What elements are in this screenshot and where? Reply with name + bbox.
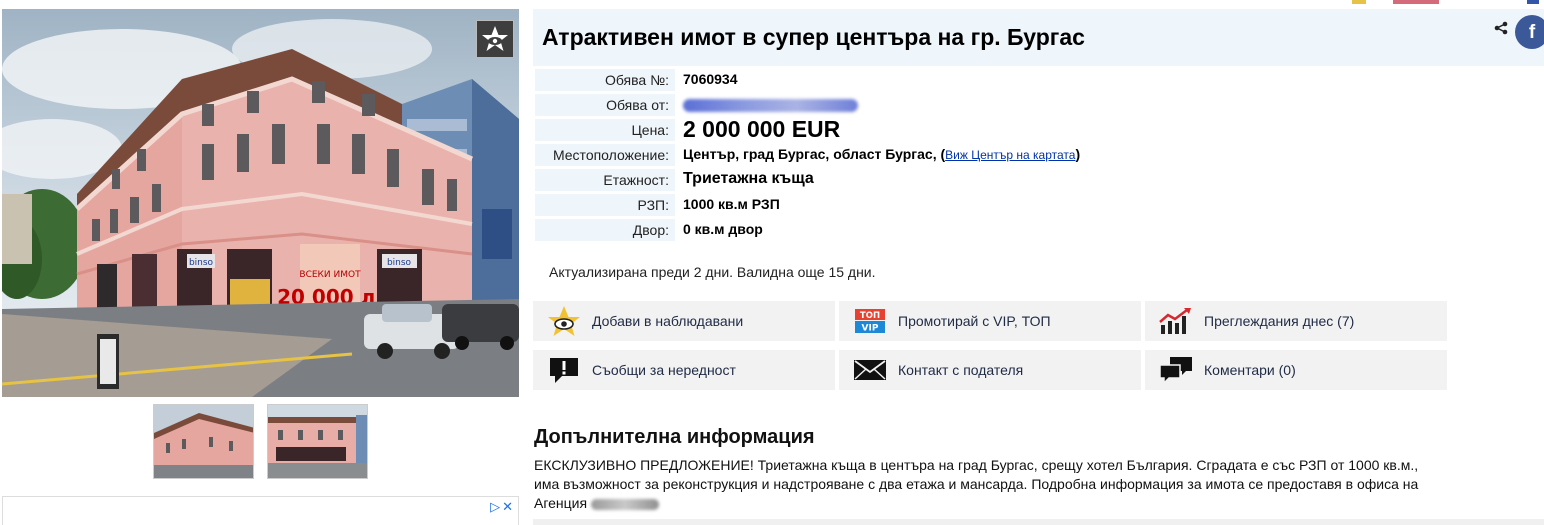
additional-info-text: ЕКСКЛУЗИВНО ПРЕДЛОЖЕНИЕ! Триетажна къща … bbox=[534, 456, 1544, 513]
description-line: ЕКСКЛУЗИВНО ПРЕДЛОЖЕНИЕ! Триетажна къща … bbox=[534, 457, 1419, 473]
agency-name-redacted bbox=[590, 498, 659, 510]
top-strip-logo bbox=[1393, 0, 1439, 4]
building-photo: ВСЕКИ ИМОТ 20 000 л. binso binso bbox=[2, 9, 519, 397]
action-label: Съобщи за нередност bbox=[592, 362, 736, 378]
vip-top-icon: ТОП VIP bbox=[851, 305, 889, 337]
svg-text:binso: binso bbox=[189, 258, 214, 268]
views-today-button[interactable]: Преглеждания днес (7) bbox=[1145, 301, 1447, 341]
title-bar: Атрактивен имот в супер центъра на гр. Б… bbox=[533, 9, 1544, 66]
section-divider bbox=[533, 519, 1544, 525]
action-label: Промотирай с VIP, ТОП bbox=[898, 313, 1051, 329]
main-photo[interactable]: ВСЕКИ ИМОТ 20 000 л. binso binso bbox=[2, 9, 519, 397]
location-value: Център, град Бургас, област Бургас, (Виж… bbox=[683, 146, 1081, 162]
listing-title: Атрактивен имот в супер центъра на гр. Б… bbox=[542, 24, 1085, 50]
action-label: Контакт с подателя bbox=[898, 362, 1024, 378]
detail-label: Местоположение: bbox=[535, 144, 675, 166]
trend-chart-icon bbox=[1157, 305, 1195, 337]
listing-number: 7060934 bbox=[683, 71, 738, 87]
language-flag-icon[interactable] bbox=[1527, 0, 1539, 4]
action-label: Добави в наблюдавани bbox=[592, 313, 744, 329]
view-on-map-link[interactable]: Виж Център на картата bbox=[945, 148, 1075, 162]
photo-thumbnails bbox=[153, 404, 368, 479]
comments-icon bbox=[1157, 354, 1195, 386]
svg-text:ВСЕКИ ИМОТ: ВСЕКИ ИМОТ bbox=[299, 270, 361, 280]
thumbnail-1[interactable] bbox=[153, 404, 254, 479]
floors-value: Триетажна къща bbox=[683, 170, 814, 187]
svg-text:binso: binso bbox=[387, 258, 412, 268]
star-eye-icon bbox=[482, 26, 508, 51]
svg-text:VIP: VIP bbox=[862, 324, 879, 334]
action-label: Преглеждания днес (7) bbox=[1204, 313, 1355, 329]
built-area-value: 1000 кв.м РЗП bbox=[683, 196, 780, 212]
detail-label: РЗП: bbox=[535, 194, 675, 216]
add-to-watchlist-button[interactable]: Добави в наблюдавани bbox=[533, 301, 835, 341]
location-text: Център, град Бургас, област Бургас, bbox=[683, 146, 937, 162]
detail-label: Цена: bbox=[535, 119, 675, 141]
contact-seller-button[interactable]: Контакт с подателя bbox=[839, 350, 1141, 390]
add-to-watchlist-badge[interactable] bbox=[476, 20, 514, 58]
action-grid: Добави в наблюдавани ТОП VIP Промотирай … bbox=[533, 301, 1447, 390]
description-line: има възможност за реконструкция и надстр… bbox=[534, 476, 1419, 492]
description-line-agency: Агенция bbox=[534, 494, 1544, 513]
svg-text:ТОП: ТОП bbox=[860, 311, 880, 321]
envelope-icon bbox=[851, 354, 889, 386]
publisher-name-redacted[interactable] bbox=[683, 96, 858, 112]
star-eye-icon bbox=[545, 305, 583, 337]
price-value: 2 000 000 EUR bbox=[683, 116, 841, 142]
facebook-icon[interactable]: f bbox=[1515, 15, 1544, 49]
promote-vip-button[interactable]: ТОП VIP Промотирай с VIP, ТОП bbox=[839, 301, 1141, 341]
detail-label: Етажност: bbox=[535, 169, 675, 191]
report-issue-button[interactable]: Съобщи за нередност bbox=[533, 350, 835, 390]
top-strip-icon bbox=[1352, 0, 1366, 4]
detail-label: Обява №: bbox=[535, 69, 675, 91]
thumbnail-2[interactable] bbox=[267, 404, 368, 479]
agency-label: Агенция bbox=[534, 495, 588, 511]
updated-notice: Актуализирана преди 2 дни. Валидна още 1… bbox=[549, 264, 876, 280]
action-label: Коментари (0) bbox=[1204, 362, 1296, 378]
detail-label: Двор: bbox=[535, 219, 675, 241]
share-icon[interactable] bbox=[1494, 21, 1508, 40]
additional-info-heading: Допълнителна информация bbox=[534, 426, 815, 448]
ad-container: ▷✕ bbox=[2, 496, 519, 525]
yard-value: 0 кв.м двор bbox=[683, 221, 763, 237]
ad-choices-icon[interactable]: ▷✕ bbox=[490, 499, 515, 515]
detail-label: Обява от: bbox=[535, 94, 675, 116]
comments-button[interactable]: Коментари (0) bbox=[1145, 350, 1447, 390]
report-icon bbox=[545, 354, 583, 386]
